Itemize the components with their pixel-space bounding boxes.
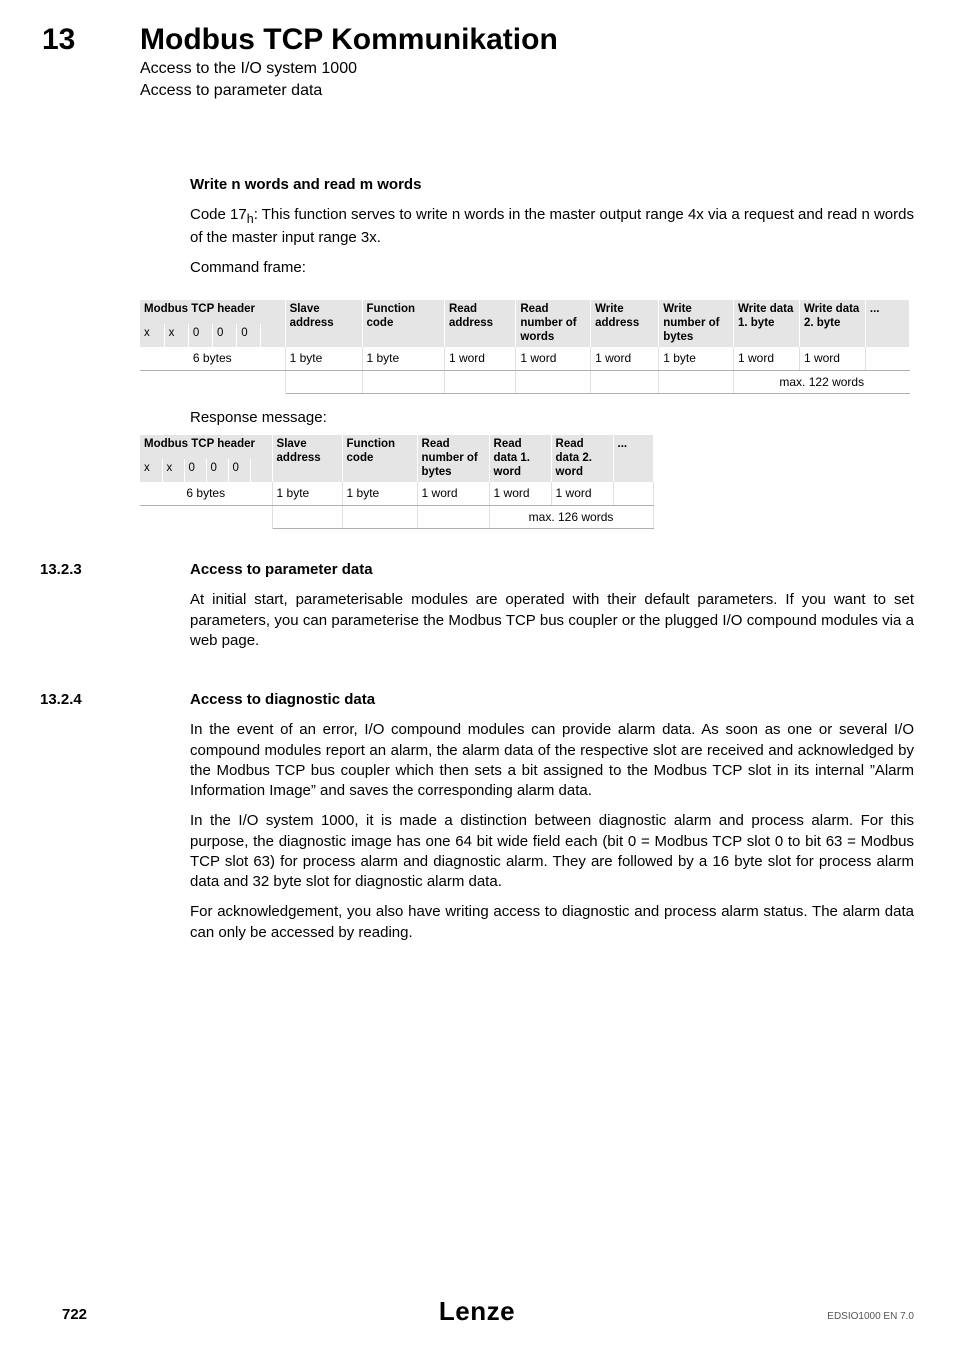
section-heading-parameter-data: Access to parameter data — [190, 560, 914, 580]
th-sub-0: 0 — [184, 459, 206, 483]
td-1word: 1 word — [489, 482, 551, 505]
table-header-row: Modbus TCP header Slave address Function… — [140, 435, 910, 459]
th-sub-blank — [261, 324, 285, 348]
th-slave-address: Slave address — [272, 435, 342, 482]
text-fragment: Code 17 — [190, 206, 247, 223]
td-empty — [272, 505, 342, 528]
td-empty — [659, 370, 734, 393]
td-empty — [444, 370, 515, 393]
section-body-diagnostic-p3: For acknowledgement, you also have writi… — [190, 902, 914, 943]
td-6bytes: 6 bytes — [140, 482, 272, 505]
td-6bytes: 6 bytes — [140, 347, 285, 370]
th-read-data2: Read data 2. word — [551, 435, 613, 482]
td-1word: 1 word — [551, 482, 613, 505]
th-slave-address: Slave address — [285, 300, 362, 347]
th-sub-0: 0 — [206, 459, 228, 483]
th-function-code: Function code — [362, 300, 444, 347]
td-empty — [140, 370, 285, 393]
text-fragment: : This function serves to write n words … — [190, 206, 914, 246]
section-body-diagnostic-p1: In the event of an error, I/O compound m… — [190, 720, 914, 801]
th-read-data1: Read data 1. word — [489, 435, 551, 482]
chapter-title: Modbus TCP Kommunikation — [140, 20, 558, 61]
td-1byte: 1 byte — [272, 482, 342, 505]
td-empty — [516, 370, 591, 393]
th-sub-x: x — [164, 324, 188, 348]
th-write-address: Write address — [591, 300, 659, 347]
table-row: max. 126 words — [140, 505, 910, 528]
section-body-code17: Code 17h: This function serves to write … — [190, 205, 914, 248]
td-1word: 1 word — [516, 347, 591, 370]
td-1byte: 1 byte — [285, 347, 362, 370]
th-sub-0: 0 — [213, 324, 237, 348]
th-ellipsis: ... — [613, 435, 653, 482]
td-1word: 1 word — [799, 347, 865, 370]
page-number-bottom: 722 — [62, 1305, 87, 1325]
table-row: 6 bytes 1 byte 1 byte 1 word 1 word 1 wo… — [140, 347, 910, 370]
section-body-parameter-data: At initial start, parameterisable module… — [190, 590, 914, 651]
section-body-diagnostic-p2: In the I/O system 1000, it is made a dis… — [190, 811, 914, 892]
td-empty — [140, 505, 272, 528]
th-write-number-bytes: Write number of bytes — [659, 300, 734, 347]
td-1byte: 1 byte — [362, 347, 444, 370]
document-id: EDSIO1000 EN 7.0 — [827, 1310, 914, 1324]
td-empty — [865, 347, 909, 370]
th-read-number-bytes: Read number of bytes — [417, 435, 489, 482]
lenze-logo: Lenze — [439, 1294, 515, 1329]
td-1byte: 1 byte — [659, 347, 734, 370]
td-max-words: max. 126 words — [489, 505, 653, 528]
td-empty — [417, 505, 489, 528]
command-frame-table: Modbus TCP header Slave address Function… — [140, 300, 910, 394]
td-empty — [362, 370, 444, 393]
td-1word: 1 word — [444, 347, 515, 370]
subscript-h: h — [247, 212, 254, 226]
section-heading-diagnostic-data: Access to diagnostic data — [190, 690, 914, 710]
th-modbus-header: Modbus TCP header — [140, 435, 272, 459]
td-empty — [613, 482, 653, 505]
th-write-data1: Write data 1. byte — [733, 300, 799, 347]
td-1byte: 1 byte — [342, 482, 417, 505]
th-modbus-header: Modbus TCP header — [140, 300, 285, 324]
td-empty — [285, 370, 362, 393]
table-header-row: Modbus TCP header Slave address Function… — [140, 300, 910, 324]
td-empty — [591, 370, 659, 393]
th-function-code: Function code — [342, 435, 417, 482]
command-frame-label: Command frame: — [190, 258, 914, 278]
th-sub-x: x — [140, 459, 162, 483]
th-sub-blank — [250, 459, 272, 483]
td-1word: 1 word — [591, 347, 659, 370]
th-sub-x: x — [162, 459, 184, 483]
th-read-address: Read address — [444, 300, 515, 347]
header-subtitle-1: Access to the I/O system 1000 — [140, 58, 357, 80]
page-number-top: 13 — [42, 20, 75, 61]
th-read-number-words: Read number of words — [516, 300, 591, 347]
td-1word: 1 word — [417, 482, 489, 505]
th-sub-0: 0 — [188, 324, 212, 348]
header-subtitle-2: Access to parameter data — [140, 80, 322, 102]
response-message-label: Response message: — [190, 408, 914, 428]
section-number-1324: 13.2.4 — [40, 690, 82, 710]
th-blank — [653, 435, 910, 482]
th-write-data2: Write data 2. byte — [799, 300, 865, 347]
th-ellipsis: ... — [865, 300, 909, 347]
td-empty — [653, 505, 910, 528]
th-sub-x: x — [140, 324, 164, 348]
td-empty — [342, 505, 417, 528]
th-sub-0: 0 — [237, 324, 261, 348]
section-heading-write-n-words: Write n words and read m words — [190, 175, 914, 195]
section-number-1323: 13.2.3 — [40, 560, 82, 580]
table-row: 6 bytes 1 byte 1 byte 1 word 1 word 1 wo… — [140, 482, 910, 505]
td-empty — [653, 482, 910, 505]
td-1word: 1 word — [733, 347, 799, 370]
th-sub-0: 0 — [228, 459, 250, 483]
td-max-words: max. 122 words — [733, 370, 909, 393]
table-row: max. 122 words — [140, 370, 910, 393]
response-message-table: Modbus TCP header Slave address Function… — [140, 435, 910, 529]
